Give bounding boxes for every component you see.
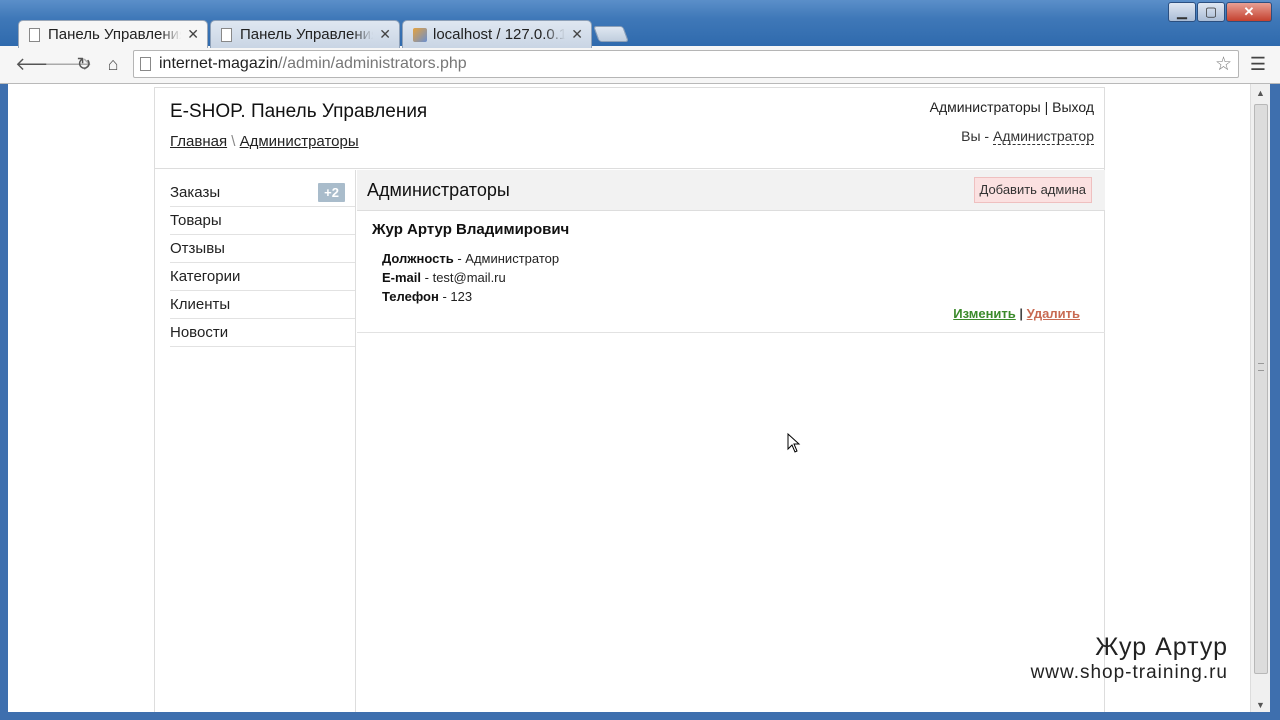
sidebar-item-reviews[interactable]: Отзывы [170,235,355,263]
window-frame [0,84,8,712]
sidebar-item-orders[interactable]: Заказы +2 [170,179,355,207]
address-bar[interactable]: internet-magazin//admin/administrators.p… [133,50,1239,78]
tab-title: localhost / 127.0.0.1 [433,26,566,43]
sidebar-item-label: Отзывы [170,240,225,257]
links-separator: | [1040,99,1053,115]
content-title: Администраторы [367,180,510,200]
content-header: Администраторы Добавить админа [357,170,1105,211]
position-label: Должность [382,251,454,266]
phpmyadmin-icon [413,27,427,42]
sidebar-item-categories[interactable]: Категории [170,263,355,291]
admin-card: Жур Артур Владимирович Должность - Админ… [357,211,1105,333]
browser-titlebar: Панель Управления ✕ Панель Управления ✕ … [0,0,1280,48]
user-role-link[interactable]: Администратор [992,128,1094,145]
sidebar: Заказы +2 Товары Отзывы Категории Клиент… [155,170,356,712]
top-links: Администраторы | Выход [930,99,1094,115]
email-value: test@mail.ru [432,270,506,285]
mouse-cursor-icon [787,432,801,453]
sidebar-item-products[interactable]: Товары [170,207,355,235]
tab-title: Панель Управления [48,26,182,43]
page-header: E-SHOP. Панель Управления Главная \ Адми… [155,88,1104,169]
orders-count-badge: +2 [318,183,345,202]
admin-actions: Изменить | Удалить [953,306,1080,321]
watermark-name: Жур Артур [1095,633,1228,661]
minimize-icon[interactable]: ▁ [1168,2,1196,22]
breadcrumb: Главная \ Администраторы [170,133,359,150]
window-frame [0,712,1280,720]
site-title: E-SHOP. Панель Управления [170,101,428,122]
phone-label: Телефон [382,289,439,304]
add-admin-button[interactable]: Добавить админа [973,177,1092,203]
sidebar-item-label: Новости [170,324,229,341]
grip-icon [1258,363,1264,371]
url-path: //admin/administrators.php [278,55,467,72]
breadcrumb-admins-link[interactable]: Администраторы [240,133,359,150]
tab-active[interactable]: Панель Управления ✕ [18,20,208,48]
url-host: internet-magazin [159,55,279,72]
browser-toolbar: 🡐 🡒 ↻ ⌂ internet-magazin//admin/administ… [0,46,1280,84]
close-icon[interactable]: ✕ [187,26,199,43]
user-prefix: Вы - [961,128,993,144]
bookmark-star-icon[interactable]: ☆ [1215,53,1232,76]
edit-admin-link[interactable]: Изменить [953,306,1016,321]
admin-phone-row: Телефон - 123 [382,289,473,304]
admin-details: Должность - Администратор E-mail - test@… [382,249,559,306]
close-icon[interactable]: ✕ [571,26,583,43]
watermark: Жур Артур www.shop-training.ru [1031,633,1228,684]
menu-icon[interactable]: ☰ [1250,54,1266,75]
scrollbar-thumb[interactable] [1254,104,1268,674]
vertical-scrollbar[interactable]: ▲ ▼ [1250,84,1270,712]
main-content: Администраторы Добавить админа Жур Артур… [357,170,1105,712]
current-user: Вы - Администратор [961,128,1094,145]
watermark-site: www.shop-training.ru [1030,662,1228,683]
new-tab-button[interactable] [593,26,629,42]
page-icon [221,27,232,42]
sidebar-item-clients[interactable]: Клиенты [170,291,355,319]
phone-value: 123 [450,289,473,304]
tab-inactive[interactable]: localhost / 127.0.0.1 ✕ [402,20,592,48]
tab-inactive[interactable]: Панель Управления ✕ [210,20,400,48]
window-controls: ▁ ▢ ✕ [1167,2,1272,22]
reload-icon[interactable]: ↻ [73,54,95,75]
email-label: E-mail [382,270,422,285]
logout-link[interactable]: Выход [1052,99,1094,115]
sidebar-item-label: Категории [170,268,241,285]
sidebar-item-label: Товары [170,212,222,229]
admin-page: E-SHOP. Панель Управления Главная \ Адми… [154,87,1105,712]
page-icon [29,27,40,42]
delete-admin-link[interactable]: Удалить [1027,306,1080,321]
scroll-up-icon[interactable]: ▲ [1256,88,1265,98]
maximize-icon[interactable]: ▢ [1197,2,1225,22]
breadcrumb-separator: \ [227,133,240,150]
back-icon[interactable]: 🡐 [15,54,63,75]
admin-email-row: E-mail - test@mail.ru [382,270,506,285]
sidebar-item-label: Клиенты [170,296,231,313]
forward-icon[interactable]: 🡒 [44,54,92,75]
window-close-icon[interactable]: ✕ [1226,2,1272,22]
sidebar-item-news[interactable]: Новости [170,319,355,347]
window-frame [1270,84,1280,712]
position-value: Администратор [465,251,560,266]
page-viewport: E-SHOP. Панель Управления Главная \ Адми… [8,84,1250,712]
breadcrumb-home-link[interactable]: Главная [170,133,227,150]
sidebar-item-label: Заказы [170,184,221,201]
tab-title: Панель Управления [240,26,374,43]
home-icon[interactable]: ⌂ [102,54,124,75]
admin-name: Жур Артур Владимирович [372,221,570,238]
scroll-down-icon[interactable]: ▼ [1256,700,1265,710]
close-icon[interactable]: ✕ [379,26,391,43]
admins-link[interactable]: Администраторы [930,99,1041,115]
page-icon [140,57,151,71]
admin-position-row: Должность - Администратор [382,251,560,266]
